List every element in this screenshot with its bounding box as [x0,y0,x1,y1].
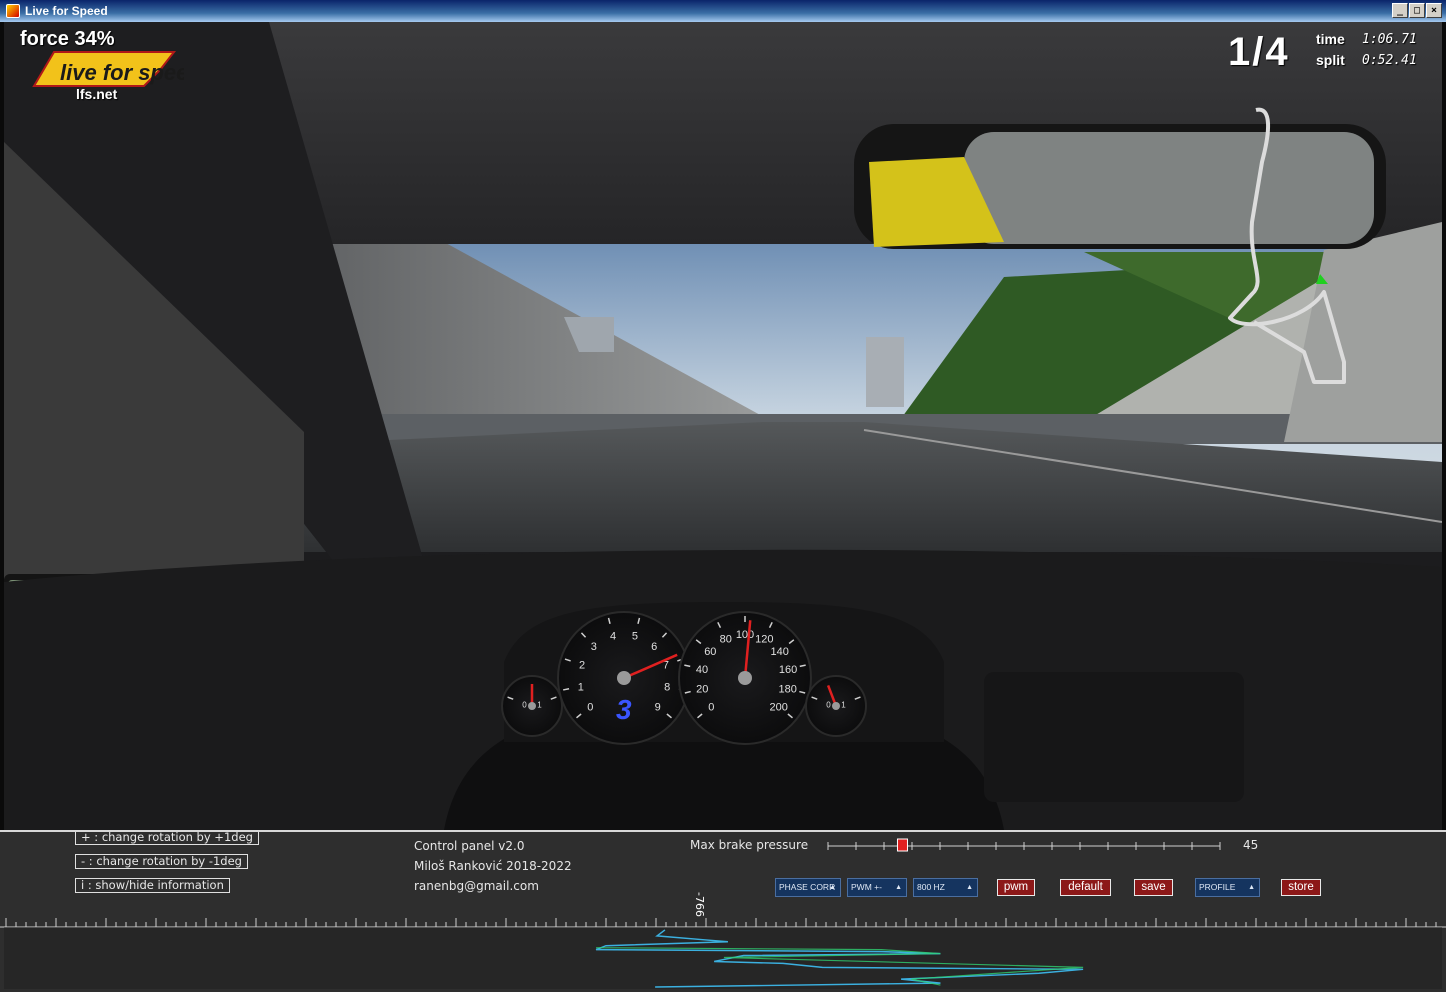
tachometer-hub [617,671,631,685]
ffb-trace-graph [4,927,1442,989]
speedometer-tick-label: 180 [779,684,797,696]
speedometer: 020 40 60 80 100 120140 160 180 200 [678,611,812,745]
lfs-window: Live for Speed _ □ × 0 1 2 3 4 5 6 7 8 9… [0,0,1446,992]
default-button[interactable]: default [1060,879,1111,896]
temperature-hub [528,702,536,710]
speedometer-tick-label: 20 [696,684,708,696]
speedometer-hub [738,671,752,685]
speedometer-tick-label: 60 [704,646,716,658]
split-label: split [1316,52,1345,68]
control-panel: + : change rotation by +1deg - : change … [0,830,1446,992]
svg-text:live for speed: live for speed [60,60,184,85]
phase-corr-dropdown[interactable]: PHASE CORR ▲ [775,878,841,897]
phase-corr-label: PHASE CORR [779,882,836,892]
tachometer-tick-label: 3 [591,641,597,653]
close-button[interactable]: × [1426,3,1442,18]
window-title: Live for Speed [25,4,108,18]
temperature-tick-label: 1 [537,700,542,709]
gear-indicator: 3 [616,694,632,725]
minimize-button[interactable]: _ [1392,3,1408,18]
fuel-tick-label: 1 [841,700,846,709]
lfs-app-icon [6,4,20,18]
cockpit-scene: 01234 56789 020406080 100 120140160180200 0… [4,22,1442,830]
pwm-button[interactable]: pwm [997,879,1035,896]
store-button[interactable]: store [1281,879,1321,896]
window-controls: _ □ × [1392,3,1442,18]
center-air-vents [984,672,1244,802]
pwm-mode-dropdown[interactable]: PWM +- ▲ [847,878,907,897]
speedometer-tick-label: 120 [755,633,773,645]
fuel-hub [832,702,840,710]
tachometer-tick-label: 8 [664,681,670,693]
tachometer-tick-label: 5 [632,630,638,642]
frequency-dropdown[interactable]: 800 HZ ▲ [913,878,978,897]
lfs-url: lfs.net [76,86,118,102]
control-panel-author: Miloš Ranković 2018-2022 [414,859,572,873]
brake-pressure-label: Max brake pressure [690,838,809,852]
time-label: time [1316,31,1345,47]
control-panel-title: Control panel v2.0 [414,839,525,853]
fuel-tick-label: 0 [826,700,831,709]
fuel-gauge: 01 [805,675,867,737]
tower-building [866,337,904,407]
title-bar[interactable]: Live for Speed _ □ × [0,0,1446,22]
speedometer-tick-label: 40 [696,664,708,676]
speedometer-tick-label: 200 [770,701,788,713]
speedometer-tick-label: 80 [720,633,732,645]
speedometer-tick-label: 140 [770,646,788,658]
brake-pressure-slider[interactable] [826,838,1222,854]
tachometer-tick-label: 2 [579,660,585,672]
chevron-up-icon: ▲ [1248,884,1255,891]
rotation-value: -766 [693,892,706,917]
tachometer-tick-label: 0 [587,701,593,713]
profile-label: PROFILE [1199,882,1236,892]
split-time-value: 0:52.41 [1362,53,1417,68]
tachometer-tick-label: 4 [610,630,616,642]
control-panel-email: ranenbg@gmail.com [414,879,539,893]
hint-rotation-minus: - : change rotation by -1deg [75,854,248,869]
save-button[interactable]: save [1134,879,1173,896]
temperature-gauge: 01 [501,675,563,737]
profile-dropdown[interactable]: PROFILE ▲ [1195,878,1260,897]
chevron-up-icon: ▲ [895,884,902,891]
lap-time-value: 1:06.71 [1362,32,1417,47]
lfs-logo: live for speed [32,51,184,87]
maximize-button[interactable]: □ [1409,3,1425,18]
brake-pressure-value: 45 [1243,838,1259,852]
speedometer-tick-label: 0 [708,701,714,713]
pwm-mode-label: PWM +- [851,882,882,892]
game-viewport[interactable]: 0123456789 0 20 40 60 80 100 120 140 160 180 200 0… [4,22,1442,830]
chevron-up-icon: ▲ [829,884,836,891]
frequency-label: 800 HZ [917,882,945,892]
temperature-tick-label: 0 [522,700,527,709]
mirror-reflection [964,132,1374,244]
speedometer-tick-label: 100 [736,629,754,641]
lap-counter: 1/4 [1228,30,1290,74]
slider-thumb[interactable] [896,838,908,852]
speedometer-tick-label: 160 [779,664,797,676]
hint-rotation-plus: + : change rotation by +1deg [75,832,259,845]
tachometer-tick-label: 6 [651,641,657,653]
tachometer-tick-label: 9 [655,701,661,713]
tachometer-tick-label: 1 [578,681,584,693]
chevron-up-icon: ▲ [966,884,973,891]
hint-show-info: i : show/hide information [75,878,230,893]
